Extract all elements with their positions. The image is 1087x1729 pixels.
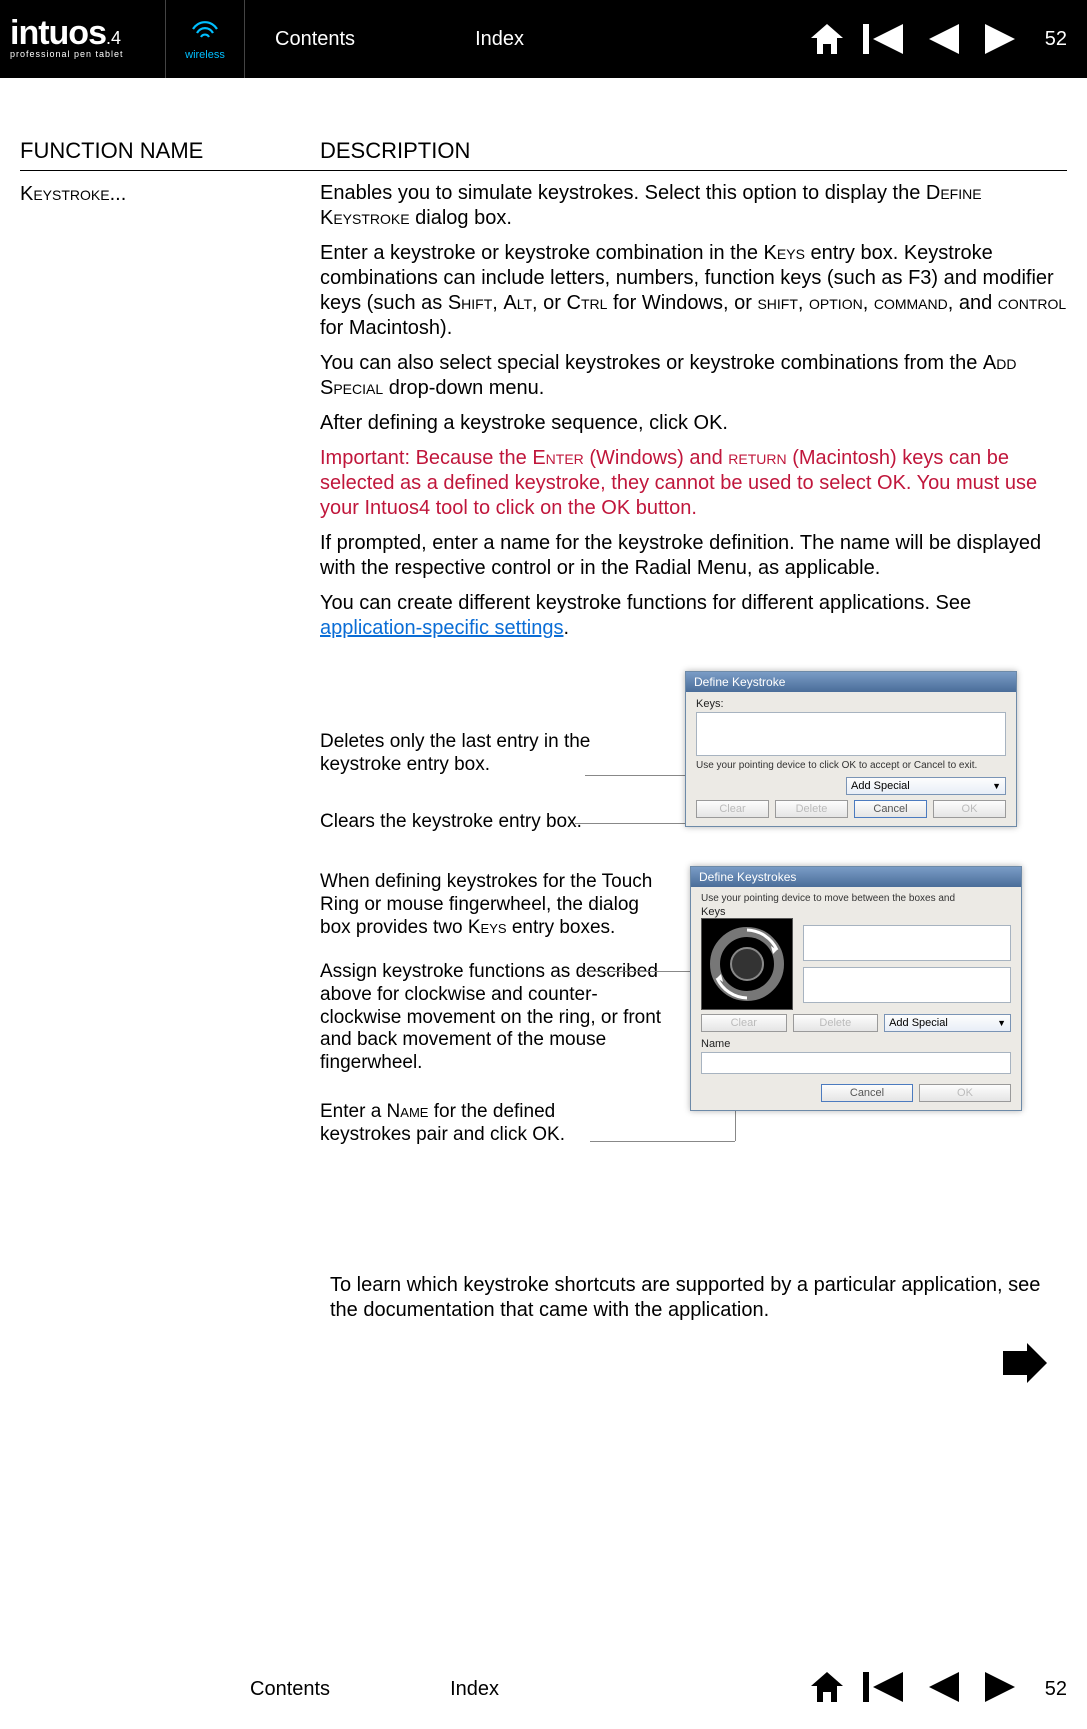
description-cell: Enables you to simulate keystrokes. Sele… [320, 181, 1067, 651]
index-link[interactable]: Index [475, 28, 524, 51]
para-important: Important: Because the Enter (Windows) a… [320, 446, 1067, 521]
first-page-icon[interactable] [863, 1670, 907, 1709]
dlg2-keys-input-2[interactable] [803, 967, 1011, 1003]
header-bar: intuos.4 professional pen tablet wireles… [0, 0, 1087, 78]
dlg2-name-input[interactable] [701, 1052, 1011, 1074]
wireless-label: wireless [185, 49, 225, 61]
header-function-name: FUNCTION NAME [20, 138, 320, 164]
para-2: Enter a keystroke or keystroke combinati… [320, 241, 1067, 341]
dlg2-keys-input-1[interactable] [803, 925, 1011, 961]
dlg2-name-label: Name [701, 1038, 1011, 1050]
define-keystrokes-dialog: Define Keystrokes Use your pointing devi… [690, 866, 1022, 1111]
page-number-bottom: 52 [1045, 1678, 1067, 1701]
home-icon[interactable] [809, 22, 845, 56]
page-number-top: 52 [1045, 28, 1067, 51]
chevron-down-icon: ▼ [992, 781, 1001, 791]
wifi-icon [190, 17, 220, 47]
dlg1-keys-label: Keys: [696, 698, 1006, 710]
home-icon[interactable] [809, 1670, 845, 1709]
para-3: You can also select special keystrokes o… [320, 351, 1067, 401]
dlg2-ok-button[interactable]: OK [919, 1084, 1011, 1102]
dlg1-ok-button[interactable]: OK [933, 800, 1006, 818]
diagram-area: Deletes only the last entry in the keyst… [320, 671, 1060, 1251]
footer-bar: Contents Index 52 [0, 1670, 1087, 1729]
footer-contents-link[interactable]: Contents [250, 1678, 330, 1701]
dlg2-add-special-dropdown[interactable]: Add Special▼ [884, 1014, 1011, 1032]
callout-two-boxes: When defining keystrokes for the Touch R… [320, 871, 665, 939]
wireless-badge: wireless [165, 0, 245, 78]
header-separator [20, 170, 1067, 171]
top-nav-links: Contents Index [275, 28, 524, 51]
callout-assign: Assign keystroke functions as described … [320, 961, 670, 1075]
footer-nav-icons: 52 [809, 1670, 1067, 1709]
next-page-icon[interactable] [981, 22, 1019, 56]
para-6: If prompted, enter a name for the keystr… [320, 531, 1067, 581]
prev-page-icon[interactable] [925, 1670, 963, 1709]
chevron-down-icon: ▼ [997, 1018, 1006, 1028]
function-row: Keystroke... Enables you to simulate key… [20, 181, 1067, 651]
dlg2-delete-button[interactable]: Delete [793, 1014, 879, 1032]
dlg2-keys-label: Keys [701, 906, 1011, 918]
leader-line-4a [590, 1141, 735, 1142]
logo-subtitle: professional pen tablet [10, 49, 165, 59]
dlg2-title: Define Keystrokes [691, 867, 1021, 887]
callout-delete: Deletes only the last entry in the keyst… [320, 731, 650, 777]
function-name-cell: Keystroke... [20, 181, 320, 651]
continue-arrow-icon[interactable] [999, 1341, 1049, 1390]
logo: intuos.4 professional pen tablet [0, 19, 165, 59]
top-nav-icons: 52 [809, 22, 1067, 56]
column-headers: FUNCTION NAME DESCRIPTION [20, 138, 1067, 164]
footer-index-link[interactable]: Index [450, 1678, 499, 1701]
footer-nav-links: Contents Index [250, 1678, 499, 1701]
leader-line-2 [575, 823, 695, 824]
dlg1-delete-button[interactable]: Delete [775, 800, 848, 818]
prev-page-icon[interactable] [925, 22, 963, 56]
touch-ring-image [701, 918, 793, 1010]
dlg1-clear-button[interactable]: Clear [696, 800, 769, 818]
para-4: After defining a keystroke sequence, cli… [320, 411, 1067, 436]
page-content: FUNCTION NAME DESCRIPTION Keystroke... E… [0, 78, 1087, 1410]
logo-4: .4 [106, 28, 121, 48]
next-page-icon[interactable] [981, 1670, 1019, 1709]
dlg1-keys-input[interactable] [696, 712, 1006, 756]
callout-name: Enter a Name for the defined keystrokes … [320, 1101, 650, 1147]
header-description: DESCRIPTION [320, 138, 1067, 164]
logo-text: intuos [10, 14, 106, 52]
closing-paragraph: To learn which keystroke shortcuts are s… [330, 1273, 1050, 1323]
dlg1-add-special-dropdown[interactable]: Add Special▼ [846, 777, 1006, 795]
leader-line-3 [580, 971, 698, 972]
dlg2-cancel-button[interactable]: Cancel [821, 1084, 913, 1102]
contents-link[interactable]: Contents [275, 28, 355, 51]
para-7: You can create different keystroke funct… [320, 591, 1067, 641]
first-page-icon[interactable] [863, 22, 907, 56]
dlg1-title: Define Keystroke [686, 672, 1016, 692]
dlg1-hint: Use your pointing device to click OK to … [696, 760, 1006, 771]
define-keystroke-dialog: Define Keystroke Keys: Use your pointing… [685, 671, 1017, 827]
dlg1-cancel-button[interactable]: Cancel [854, 800, 927, 818]
dlg2-clear-button[interactable]: Clear [701, 1014, 787, 1032]
app-specific-settings-link[interactable]: application-specific settings [320, 617, 563, 639]
dlg2-hint: Use your pointing device to move between… [701, 893, 1011, 904]
para-1: Enables you to simulate keystrokes. Sele… [320, 181, 1067, 231]
